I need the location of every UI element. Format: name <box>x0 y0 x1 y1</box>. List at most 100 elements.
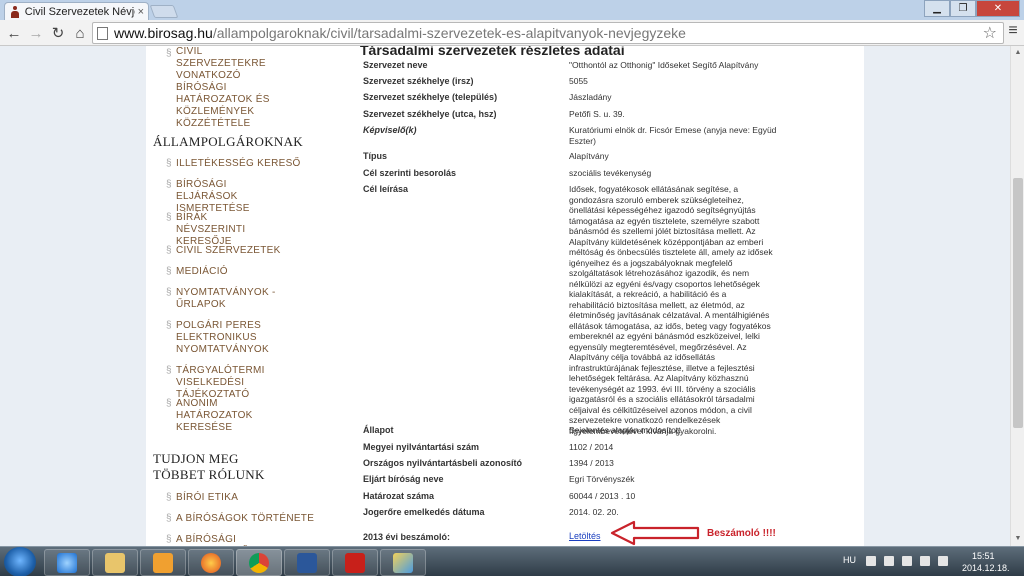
new-tab-button[interactable] <box>149 5 179 18</box>
windows-taskbar: HU 15:51 2014.12.18. <box>0 546 1024 576</box>
sidebar-bullet-icon: § <box>166 287 172 298</box>
reload-icon[interactable]: ↻ <box>48 23 68 43</box>
scroll-down-icon[interactable]: ▼ <box>1011 532 1024 546</box>
value-zip: 5055 <box>569 76 588 86</box>
value-national-id: 1394 / 2013 <box>569 458 614 468</box>
start-button[interactable] <box>4 547 36 576</box>
sidebar-link-civil-orgs[interactable]: CIVIL SZERVEZETEK <box>176 245 316 257</box>
value-final-date: 2014. 02. 20. <box>569 507 619 517</box>
page-icon <box>97 26 108 40</box>
file-explorer-taskbar-icon[interactable] <box>92 549 138 576</box>
maximize-button[interactable]: ❐ <box>950 0 976 17</box>
sidebar-link-e-forms[interactable]: POLGÁRI PERES ELEKTRONIKUS NYOMTATVÁNYOK <box>176 320 271 356</box>
sidebar-link-judges[interactable]: BÍRÁK NÉVSZERINTI KERESŐJE <box>176 212 276 248</box>
sidebar-bullet-icon: § <box>166 365 172 376</box>
red-arrow-annotation-icon <box>610 520 700 546</box>
sidebar-heading-about: TUDJON MEG TÖBBET RÓLUNK <box>153 451 265 482</box>
value-decision-number: 60044 / 2013 . 10 <box>569 491 636 501</box>
value-street: Petőfi S. u. 39. <box>569 109 625 119</box>
sidebar-link-courtroom-conduct[interactable]: TÁRGYALÓTERMI VISELKEDÉSI TÁJÉKOZTATÓ <box>176 365 301 401</box>
chrome-taskbar-icon[interactable] <box>236 549 282 576</box>
label-category: Cél szerinti besorolás <box>363 168 457 178</box>
download-report-link[interactable]: Letöltés <box>569 531 601 541</box>
clock-date[interactable]: 2014.12.18. <box>962 563 1010 573</box>
sidebar-bullet-icon: § <box>166 320 172 331</box>
sidebar-link-ethics[interactable]: BÍRÓI ETIKA <box>176 492 316 504</box>
tab-title: Civil Szervezetek Névjegyz <box>24 5 135 18</box>
label-status: Állapot <box>363 425 394 435</box>
sidebar-bullet-icon: § <box>166 179 172 190</box>
site-favicon-icon <box>9 5 21 18</box>
browser-tab[interactable]: Civil Szervezetek Névjegyz × <box>4 2 149 20</box>
sidebar-link-mediation[interactable]: MEDIÁCIÓ <box>176 266 316 278</box>
tab-close-icon[interactable]: × <box>138 6 144 18</box>
sidebar-bullet-icon: § <box>166 212 172 223</box>
firefox-taskbar-icon[interactable] <box>188 549 234 576</box>
sidebar-bullet-icon: § <box>166 158 172 169</box>
tray-flag-icon[interactable] <box>884 556 894 566</box>
sidebar-bullet-icon: § <box>166 48 172 59</box>
label-street: Szervezet székhelye (utca, hsz) <box>363 109 497 119</box>
scroll-up-icon[interactable]: ▲ <box>1011 46 1024 60</box>
sidebar-link-procedures[interactable]: BÍRÓSÁGI ELJÁRÁSOK ISMERTETÉSE <box>176 179 286 215</box>
bookmark-star-icon[interactable]: ☆ <box>983 23 997 43</box>
scrollbar-thumb[interactable] <box>1013 178 1023 428</box>
word-taskbar-icon[interactable] <box>284 549 330 576</box>
label-county-reg: Megyei nyilvántartási szám <box>363 442 480 452</box>
address-bar[interactable]: www.birosag.hu /allampolgaroknak/civil/t… <box>92 22 1004 44</box>
home-icon[interactable]: ⌂ <box>70 23 90 43</box>
label-city: Szervezet székhelye (település) <box>363 92 498 102</box>
tray-up-arrow-icon[interactable] <box>866 556 876 566</box>
report-annotation-text: Beszámoló !!!! <box>707 528 776 539</box>
label-representative: Képviselő(k) <box>363 125 417 135</box>
value-county-reg: 1102 / 2014 <box>569 442 614 452</box>
volume-icon[interactable] <box>938 556 948 566</box>
internet-explorer-taskbar-icon[interactable] <box>44 549 90 576</box>
sidebar-heading-citizens: ÁLLAMPOLGÁROKNAK <box>153 134 303 149</box>
value-goal: Idősek, fogyatékosok ellátásának segítés… <box>569 184 773 436</box>
sidebar-link-anonym-decisions[interactable]: ANONIM HATÁROZATOK KERESÉSE <box>176 398 296 434</box>
forward-icon[interactable]: → <box>26 23 46 43</box>
label-court: Eljárt bíróság neve <box>363 474 444 484</box>
sidebar-link-competence[interactable]: ILLETÉKESSÉG KERESŐ <box>176 158 316 170</box>
detail-heading: Társadalmi szervezetek részletes adatai <box>360 46 625 58</box>
sidebar-link-system[interactable]: A BÍRÓSÁGI RENDSZERRŐL <box>176 534 316 546</box>
sidebar-bullet-icon: § <box>166 245 172 256</box>
browser-menu-icon[interactable]: ≡ <box>1004 22 1022 42</box>
sidebar-bullet-icon: § <box>166 266 172 277</box>
back-icon[interactable]: ← <box>4 23 24 43</box>
value-city: Jászladány <box>569 92 612 102</box>
label-decision-number: Határozat száma <box>363 491 435 501</box>
value-org-name: "Otthontól az Otthonig" Időseket Segítő … <box>569 60 759 70</box>
clock-time[interactable]: 15:51 <box>972 551 995 561</box>
sidebar-link-forms[interactable]: NYOMTATVÁNYOK - ŰRLAPOK <box>176 287 276 311</box>
language-indicator[interactable]: HU <box>843 555 856 565</box>
page-scrollbar[interactable]: ▲ ▼ <box>1010 46 1024 546</box>
minimize-button[interactable]: ▁ <box>924 0 950 17</box>
tray-app-icon[interactable] <box>902 556 912 566</box>
label-goal: Cél leírása <box>363 184 409 194</box>
close-window-button[interactable]: ✕ <box>976 0 1020 17</box>
value-representative: Kuratóriumi elnök dr. Ficsór Emese (anyj… <box>569 125 777 146</box>
media-player-taskbar-icon[interactable] <box>140 549 186 576</box>
acrobat-taskbar-icon[interactable] <box>332 549 378 576</box>
label-zip: Szervezet székhelye (irsz) <box>363 76 474 86</box>
window-controls: ▁ ❐ ✕ <box>924 0 1020 17</box>
label-type: Típus <box>363 151 387 161</box>
sidebar-bullet-icon: § <box>166 534 172 545</box>
sidebar-bullet-icon: § <box>166 398 172 409</box>
sidebar-bullet-icon: § <box>166 492 172 503</box>
sidebar-bullet-icon: § <box>166 513 172 524</box>
web-page: § CIVIL SZERVEZETEKRE VONATKOZÓ BÍRÓSÁGI… <box>0 46 1010 546</box>
paint-taskbar-icon[interactable] <box>380 549 426 576</box>
value-court: Egri Törvényszék <box>569 474 635 484</box>
value-category: szociális tevékenység <box>569 168 652 178</box>
network-signal-icon[interactable] <box>920 556 930 566</box>
value-type: Alapítvány <box>569 151 609 161</box>
url-host: www.birosag.hu <box>114 25 213 41</box>
label-final-date: Jogerőre emelkedés dátuma <box>363 507 485 517</box>
label-report-2013: 2013 évi beszámoló: <box>363 532 451 542</box>
sidebar-link-civil-decisions[interactable]: CIVIL SZERVEZETEKRE VONATKOZÓ BÍRÓSÁGI H… <box>176 46 291 130</box>
sidebar-link-history[interactable]: A BÍRÓSÁGOK TÖRTÉNETE <box>176 513 316 525</box>
window-title-bar: Civil Szervezetek Névjegyz × ▁ ❐ ✕ <box>0 0 1024 20</box>
